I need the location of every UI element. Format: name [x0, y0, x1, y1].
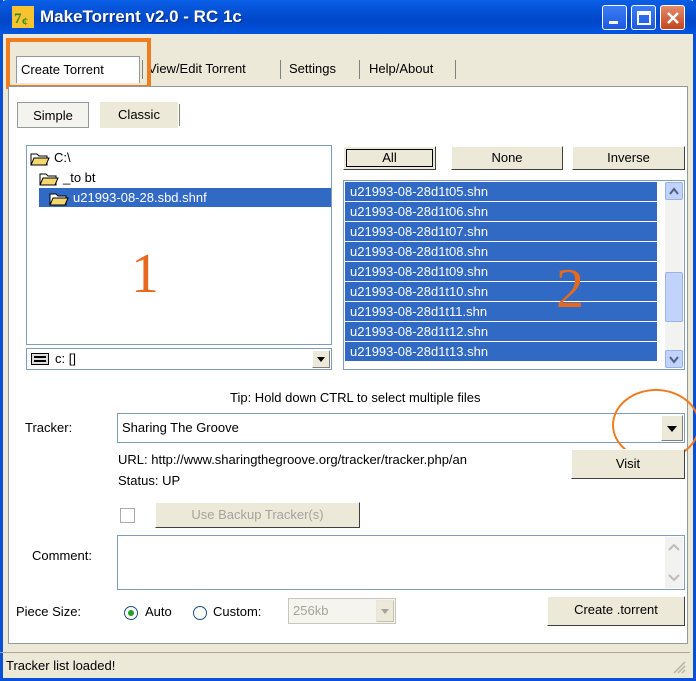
select-inverse-button[interactable]: Inverse [572, 146, 685, 170]
title-bar[interactable]: 7 ¢ MakeTorrent v2.0 - RC 1c [0, 0, 696, 34]
tip-text: Tip: Hold down CTRL to select multiple f… [230, 390, 481, 405]
tracker-url: URL: http://www.sharingthegroove.org/tra… [118, 452, 468, 467]
select-all-button[interactable]: All [343, 146, 436, 170]
resize-grip-icon[interactable] [672, 660, 686, 674]
list-item[interactable]: u21993-08-28d1t12.shn [345, 322, 657, 341]
piece-size-label: Piece Size: [16, 604, 82, 619]
piece-size-select[interactable]: 256kb [288, 598, 396, 624]
list-item[interactable]: u21993-08-28d1t09.shn [345, 262, 657, 281]
tracker-select[interactable]: Sharing The Groove [117, 413, 685, 443]
maximize-button[interactable] [631, 5, 656, 30]
list-item[interactable]: u21993-08-28d1t08.shn [345, 242, 657, 261]
tracker-value: Sharing The Groove [122, 420, 239, 435]
chevron-down-icon [667, 426, 677, 432]
list-item[interactable]: u21993-08-28d1t07.shn [345, 222, 657, 241]
chevron-down-icon [317, 357, 325, 362]
list-item[interactable]: u21993-08-28d1t05.shn [345, 182, 657, 201]
scroll-up-button[interactable] [665, 182, 683, 200]
maximize-icon [637, 11, 651, 25]
minimize-button[interactable] [602, 5, 627, 30]
close-button[interactable] [660, 5, 685, 30]
comment-scrollbar[interactable] [665, 537, 683, 588]
tree-item[interactable]: C:\ [30, 148, 71, 167]
drive-dropdown-button[interactable] [312, 350, 330, 368]
comment-label: Comment: [32, 548, 92, 563]
drive-value: c: [] [55, 351, 76, 366]
annotation-number-1: 1 [131, 243, 159, 305]
maketorrent-logo-icon: 7 ¢ [12, 6, 34, 28]
status-text: Tracker list loaded! [6, 658, 116, 673]
open-folder-icon [49, 193, 69, 206]
backup-tracker-checkbox[interactable] [120, 508, 135, 523]
tab-classic[interactable]: Classic [100, 102, 178, 128]
select-none-button[interactable]: None [451, 146, 563, 170]
tree-item-selected[interactable]: u21993-08-28.sbd.shnf [39, 188, 331, 207]
file-list[interactable]: u21993-08-28d1t05.shn u21993-08-28d1t06.… [343, 180, 685, 370]
open-folder-icon [30, 153, 50, 166]
tab-create-torrent[interactable]: Create Torrent [16, 56, 140, 83]
scroll-down-button[interactable] [665, 350, 683, 368]
piece-size-custom-radio[interactable] [193, 606, 207, 620]
chevron-up-icon [668, 543, 680, 551]
chevron-down-icon [669, 356, 679, 364]
tracker-status: Status: UP [118, 473, 181, 488]
folder-tree[interactable]: C:\ _to bt u21993-08-28.sbd.shnf 1 [26, 145, 332, 345]
tracker-label: Tracker: [25, 420, 73, 435]
list-item[interactable]: u21993-08-28d1t10.shn [345, 282, 657, 301]
minimize-icon [609, 21, 618, 24]
tab-settings[interactable]: Settings [285, 56, 340, 82]
create-torrent-button[interactable]: Create .torrent [547, 596, 685, 626]
chevron-up-icon [669, 187, 679, 195]
drive-icon [31, 353, 49, 365]
list-item[interactable]: u21993-08-28d1t13.shn [345, 342, 657, 361]
tab-help-about[interactable]: Help/About [365, 56, 438, 82]
use-backup-tracker-button[interactable]: Use Backup Tracker(s) [155, 502, 360, 528]
tracker-dropdown-button[interactable] [661, 415, 683, 441]
chevron-down-icon [668, 574, 680, 582]
tab-view-edit-torrent[interactable]: View/Edit Torrent [144, 56, 250, 82]
piece-size-custom-label: Custom: [213, 604, 262, 619]
svg-text:7: 7 [14, 11, 22, 27]
file-list-scrollbar[interactable] [665, 182, 683, 368]
list-item[interactable]: u21993-08-28d1t11.shn [345, 302, 657, 321]
open-folder-icon [39, 173, 59, 186]
piece-size-auto-label: Auto [145, 604, 172, 619]
tree-item[interactable]: _to bt [39, 168, 96, 187]
close-icon [667, 12, 679, 24]
status-bar: Tracker list loaded! [0, 652, 690, 678]
piece-size-dropdown-button[interactable] [376, 600, 394, 622]
comment-field[interactable] [117, 535, 685, 590]
chevron-down-icon [381, 609, 389, 614]
visit-button[interactable]: Visit [571, 449, 685, 479]
svg-text:¢: ¢ [22, 14, 28, 28]
tab-simple[interactable]: Simple [17, 102, 89, 128]
annotation-number-2: 2 [556, 258, 584, 320]
list-item[interactable]: u21993-08-28d1t06.shn [345, 202, 657, 221]
window-title: MakeTorrent v2.0 - RC 1c [40, 7, 242, 26]
drive-select[interactable]: c: [] [26, 348, 332, 370]
scroll-thumb[interactable] [665, 272, 683, 322]
piece-size-auto-radio[interactable] [124, 606, 138, 620]
